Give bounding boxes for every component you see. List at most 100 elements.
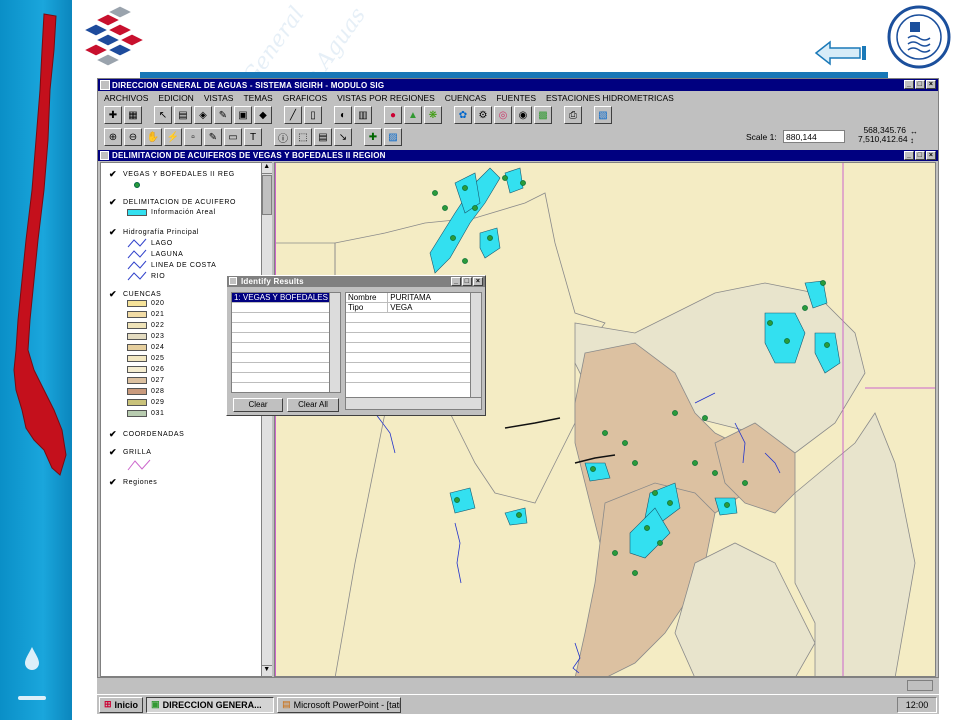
identify-close-button[interactable]: × bbox=[473, 277, 483, 286]
close-button[interactable]: × bbox=[926, 80, 936, 89]
legend-layer-grilla[interactable]: ✔ GRILLA bbox=[109, 447, 152, 458]
identify-minimize-button[interactable]: _ bbox=[451, 277, 461, 286]
query-button[interactable]: ▣ bbox=[234, 106, 252, 124]
vega-point[interactable] bbox=[432, 190, 438, 196]
map-canvas[interactable] bbox=[274, 162, 936, 677]
vega-point[interactable] bbox=[520, 180, 526, 186]
vega-point[interactable] bbox=[657, 540, 663, 546]
identify-icon[interactable]: ⓘ bbox=[274, 128, 292, 146]
region1-button[interactable]: ● bbox=[384, 106, 402, 124]
edit-legend-button[interactable]: ✎ bbox=[214, 106, 232, 124]
vega-point[interactable] bbox=[450, 235, 456, 241]
legend-layer-delimitacion[interactable]: ✔ DELIMITACION DE ACUIFERO bbox=[109, 197, 236, 208]
region3-button[interactable]: ❋ bbox=[424, 106, 442, 124]
view-close-button[interactable]: × bbox=[926, 151, 936, 160]
hotlink-icon[interactable]: ▫ bbox=[184, 128, 202, 146]
add-theme-button[interactable]: ✚ bbox=[104, 106, 122, 124]
view-maximize-button[interactable]: □ bbox=[915, 151, 925, 160]
cuenca3-button[interactable]: ◎ bbox=[494, 106, 512, 124]
checkbox-delim[interactable]: ✔ bbox=[109, 197, 119, 208]
print-button[interactable]: ⎙ bbox=[564, 106, 582, 124]
legend-layer-vegas[interactable]: ✔ VEGAS Y BOFEDALES II REG bbox=[109, 169, 235, 180]
scroll-down-icon[interactable]: ▼ bbox=[262, 665, 272, 676]
cuenca4-button[interactable]: ◉ bbox=[514, 106, 532, 124]
menu-cuencas[interactable]: CUENCAS bbox=[445, 93, 487, 103]
cuenca5-button[interactable]: ▩ bbox=[534, 106, 552, 124]
cuenca2-button[interactable]: ⚙ bbox=[474, 106, 492, 124]
layout-button[interactable]: ▥ bbox=[354, 106, 372, 124]
text-tool-icon[interactable]: T bbox=[244, 128, 262, 146]
scroll-up-icon[interactable]: ▲ bbox=[262, 163, 272, 174]
maximize-button[interactable]: □ bbox=[915, 80, 925, 89]
vega-point[interactable] bbox=[462, 185, 468, 191]
attr-hscrollbar[interactable] bbox=[346, 397, 481, 409]
menu-vistas[interactable]: VISTAS bbox=[204, 93, 234, 103]
label-icon[interactable]: ✎ bbox=[204, 128, 222, 146]
task-dga[interactable]: ▣ DIRECCION GENERA... bbox=[146, 696, 275, 713]
start-button[interactable]: ⊞ Inicio bbox=[99, 696, 144, 713]
scale-input[interactable] bbox=[783, 130, 845, 143]
checkbox-coord[interactable]: ✔ bbox=[109, 429, 119, 440]
print-preview-button[interactable]: ▤ bbox=[174, 106, 192, 124]
minimize-button[interactable]: _ bbox=[904, 80, 914, 89]
text-button[interactable]: ▯ bbox=[304, 106, 322, 124]
vega-point[interactable] bbox=[442, 205, 448, 211]
result-scrollbar[interactable] bbox=[329, 293, 340, 392]
crosshair-icon[interactable]: ✚ bbox=[364, 128, 382, 146]
checkbox-cuencas[interactable]: ✔ bbox=[109, 289, 119, 300]
legend-layer-coordenadas[interactable]: ✔ COORDENADAS bbox=[109, 429, 184, 440]
vega-point[interactable] bbox=[824, 342, 830, 348]
legend-scrollbar[interactable]: ▲ ▼ bbox=[261, 163, 272, 676]
vega-point[interactable] bbox=[652, 490, 658, 496]
chart-button[interactable]: ◐ bbox=[334, 106, 352, 124]
clear-all-button[interactable]: Clear All bbox=[287, 398, 339, 412]
vega-point[interactable] bbox=[820, 280, 826, 286]
vega-point[interactable] bbox=[487, 235, 493, 241]
vega-point[interactable] bbox=[632, 460, 638, 466]
attr-vscrollbar[interactable] bbox=[470, 293, 481, 397]
clear-button[interactable]: Clear bbox=[233, 398, 283, 412]
locate-button[interactable]: ◆ bbox=[254, 106, 272, 124]
vega-point[interactable] bbox=[516, 512, 522, 518]
vega-point[interactable] bbox=[612, 550, 618, 556]
vega-point[interactable] bbox=[784, 338, 790, 344]
checkbox-vegas[interactable]: ✔ bbox=[109, 169, 119, 180]
area-icon[interactable]: ▭ bbox=[224, 128, 242, 146]
menu-graficos[interactable]: GRAFICOS bbox=[283, 93, 327, 103]
menu-edicion[interactable]: EDICION bbox=[158, 93, 193, 103]
pointer-tool-icon[interactable]: ↘ bbox=[334, 128, 352, 146]
identify-maximize-button[interactable]: □ bbox=[462, 277, 472, 286]
vega-point[interactable] bbox=[802, 305, 808, 311]
theme-props-button[interactable]: ◈ bbox=[194, 106, 212, 124]
result-item[interactable]: 1: VEGAS Y BOFEDALES bbox=[232, 293, 340, 303]
pan-icon[interactable]: ✋ bbox=[144, 128, 162, 146]
export-button[interactable]: ▧ bbox=[594, 106, 612, 124]
select-feature-icon[interactable]: ⬚ bbox=[294, 128, 312, 146]
region2-button[interactable]: ▲ bbox=[404, 106, 422, 124]
zoom-in-icon[interactable]: ⊕ bbox=[104, 128, 122, 146]
image-icon[interactable]: ▨ bbox=[384, 128, 402, 146]
legend-layer-hidrografia[interactable]: ✔ Hidrografía Principal bbox=[109, 227, 199, 238]
measure-icon[interactable]: ⚡ bbox=[164, 128, 182, 146]
menu-fuentes[interactable]: FUENTES bbox=[496, 93, 536, 103]
zoom-out-icon[interactable]: ⊖ bbox=[124, 128, 142, 146]
vega-point[interactable] bbox=[644, 525, 650, 531]
back-arrow-icon[interactable] bbox=[814, 40, 868, 66]
vega-point[interactable] bbox=[502, 175, 508, 181]
table-button[interactable]: ▦ bbox=[124, 106, 142, 124]
legend-layer-regiones[interactable]: ✔ Regiones bbox=[109, 477, 157, 488]
vega-point[interactable] bbox=[602, 430, 608, 436]
vega-point[interactable] bbox=[672, 410, 678, 416]
view-minimize-button[interactable]: _ bbox=[904, 151, 914, 160]
vega-point[interactable] bbox=[712, 470, 718, 476]
checkbox-grilla[interactable]: ✔ bbox=[109, 447, 119, 458]
vega-point[interactable] bbox=[742, 480, 748, 486]
vega-point[interactable] bbox=[622, 440, 628, 446]
cuenca1-button[interactable]: ✿ bbox=[454, 106, 472, 124]
draw-button[interactable]: ╱ bbox=[284, 106, 302, 124]
vega-point[interactable] bbox=[667, 500, 673, 506]
menu-temas[interactable]: TEMAS bbox=[243, 93, 272, 103]
checkbox-hidro[interactable]: ✔ bbox=[109, 227, 119, 238]
pointer-button[interactable]: ↖ bbox=[154, 106, 172, 124]
menu-estaciones[interactable]: ESTACIONES HIDROMETRICAS bbox=[546, 93, 674, 103]
